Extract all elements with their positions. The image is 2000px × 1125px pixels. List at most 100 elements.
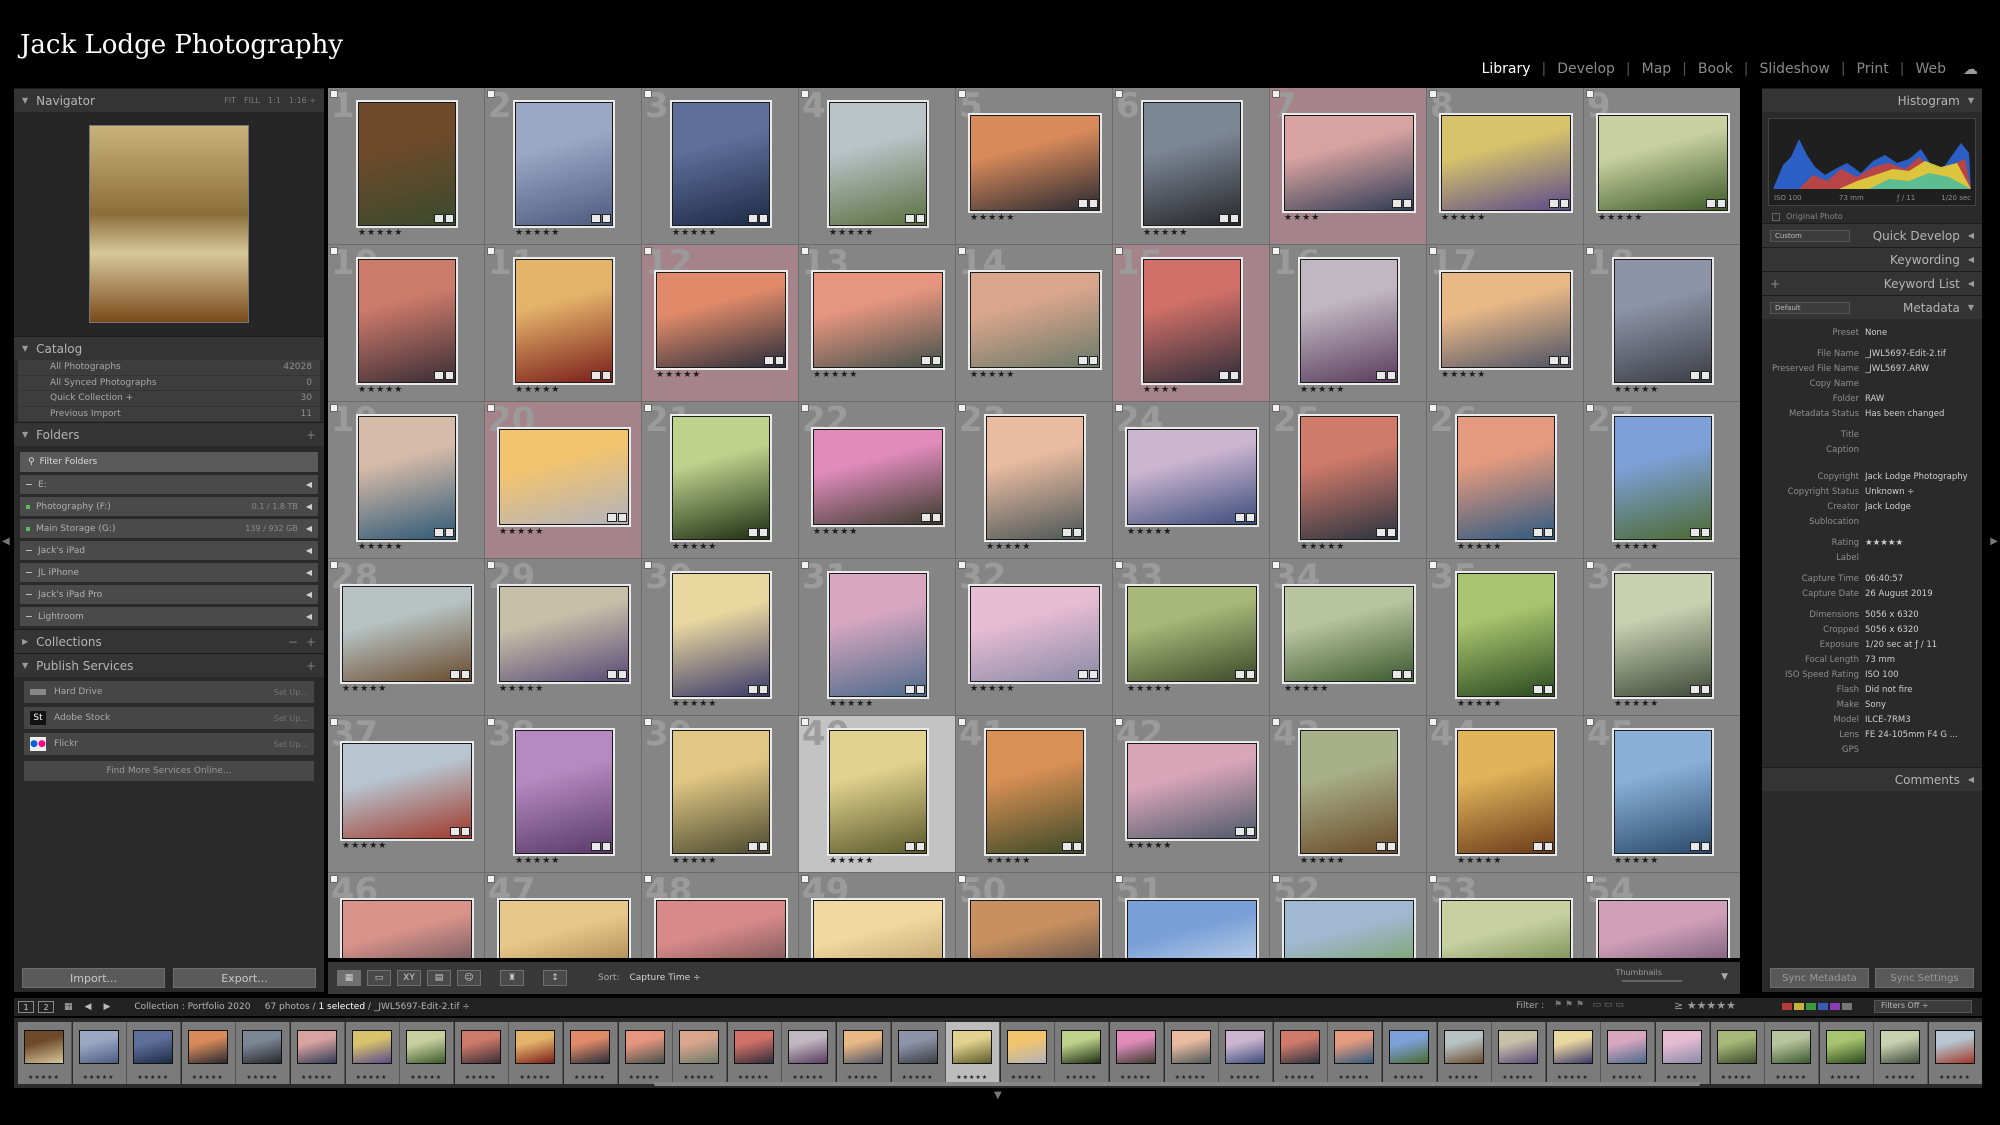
metadata-field[interactable]: Model ILCE-7RM3 xyxy=(1762,712,1982,727)
grid-cell[interactable]: 3 ★★★★★ xyxy=(642,88,799,245)
publish-service[interactable]: ● ● Flickr Set Up... xyxy=(24,733,314,755)
quick-collection-marker-icon[interactable] xyxy=(958,875,966,883)
photo-thumbnail[interactable] xyxy=(813,900,943,958)
color-label-filter[interactable] xyxy=(1782,1003,1852,1010)
collapse-triangle-icon[interactable]: ▶ xyxy=(22,637,28,646)
edit-badge-icon[interactable] xyxy=(591,842,611,851)
star-rating[interactable]: ★★★★★ xyxy=(342,841,387,851)
metadata-field[interactable]: Preset None xyxy=(1762,325,1982,340)
grid-cell[interactable]: 41 ★★★★★ xyxy=(956,716,1113,873)
edit-badge-icon[interactable] xyxy=(1235,513,1255,522)
grid-cell[interactable]: 28 ★★★★★ xyxy=(328,559,485,716)
photo-thumbnail[interactable] xyxy=(358,259,456,383)
grid-cell[interactable]: 5 ★★★★★ xyxy=(956,88,1113,245)
keyword-list-header[interactable]: + Keyword List ◀ xyxy=(1762,271,1982,295)
edit-badge-icon[interactable] xyxy=(1690,842,1710,851)
photo-thumbnail[interactable] xyxy=(672,730,770,854)
quick-collection-marker-icon[interactable] xyxy=(1586,561,1594,569)
star-rating[interactable]: ★★★★★ xyxy=(515,228,560,238)
metadata-value[interactable]: 06:40:57 xyxy=(1865,574,1968,584)
grid-cell[interactable]: 24 ★★★★★ xyxy=(1113,402,1270,559)
filmstrip-thumb[interactable]: ★★★★★ xyxy=(1765,1022,1820,1084)
catalog-item[interactable]: All Synced Photographs 0 xyxy=(18,375,320,391)
quick-collection-marker-icon[interactable] xyxy=(801,247,809,255)
quick-collection-marker-icon[interactable] xyxy=(1586,247,1594,255)
photo-thumbnail[interactable] xyxy=(1457,416,1555,540)
edit-badge-icon[interactable] xyxy=(1533,842,1553,851)
edit-badge-icon[interactable] xyxy=(1533,528,1553,537)
metadata-field[interactable]: Copyright Jack Lodge Photography xyxy=(1762,469,1982,484)
quick-collection-marker-icon[interactable] xyxy=(1586,404,1594,412)
grid-cell[interactable]: 53 xyxy=(1427,873,1584,958)
grid-cell[interactable]: 39 ★★★★★ xyxy=(642,716,799,873)
left-panel-toggle-icon[interactable]: ◀ xyxy=(2,536,10,547)
grid-cell[interactable]: 48 xyxy=(642,873,799,958)
star-rating[interactable]: ★★★★★ xyxy=(358,542,403,552)
metadata-field[interactable]: Flash Did not fire xyxy=(1762,682,1982,697)
module-web[interactable]: Web xyxy=(1904,61,1957,77)
catalog-item[interactable]: Quick Collection + 30 xyxy=(18,391,320,407)
photo-thumbnail[interactable] xyxy=(813,272,943,368)
flag-filter-icons[interactable]: ⚑ ⚑ ⚑ ▭ ▭ ▭ xyxy=(1554,1000,1624,1010)
grid-cell[interactable]: 21 ★★★★★ xyxy=(642,402,799,559)
filmstrip-thumb[interactable]: ★★★★★ xyxy=(181,1022,236,1084)
nav-zoom-1-1[interactable]: 1:1 xyxy=(268,96,281,105)
catalog-item[interactable]: Previous Import 11 xyxy=(18,406,320,422)
nav-zoom-fill[interactable]: FILL xyxy=(244,96,260,105)
grid-cell[interactable]: 9 ★★★★★ xyxy=(1584,88,1740,245)
star-rating[interactable]: ★★★★ xyxy=(1284,213,1320,223)
quick-collection-marker-icon[interactable] xyxy=(487,875,495,883)
expand-arrow-icon[interactable]: ◀ xyxy=(306,480,312,489)
filmstrip-thumb[interactable]: ★★★★★ xyxy=(1710,1022,1765,1084)
filmstrip-thumb[interactable]: ★★★★★ xyxy=(946,1022,1001,1084)
edit-badge-icon[interactable] xyxy=(1376,528,1396,537)
sort-direction-icon[interactable]: ↕ xyxy=(543,970,567,986)
grid-cell[interactable]: 29 ★★★★★ xyxy=(485,559,642,716)
metadata-field[interactable]: Metadata Status Has been changed xyxy=(1762,406,1982,421)
collapse-triangle-icon[interactable]: ◀ xyxy=(1968,231,1974,240)
edit-badge-icon[interactable] xyxy=(1690,685,1710,694)
collapse-triangle-icon[interactable]: ◀ xyxy=(1968,775,1974,784)
grid-cell[interactable]: 17 ★★★★★ xyxy=(1427,245,1584,402)
publish-service[interactable]: St Adobe Stock Set Up... xyxy=(24,707,314,729)
grid-view-icon[interactable]: ▦ xyxy=(337,970,361,986)
edit-badge-icon[interactable] xyxy=(748,528,768,537)
remove-collection-icon[interactable]: − xyxy=(288,635,298,649)
edit-badge-icon[interactable] xyxy=(905,842,925,851)
quick-collection-marker-icon[interactable] xyxy=(958,561,966,569)
metadata-value[interactable]: Unknown ÷ xyxy=(1865,487,1968,497)
edit-badge-icon[interactable] xyxy=(1549,199,1569,208)
star-rating[interactable]: ★★★★★ xyxy=(1457,542,1502,552)
rating-filter-stars[interactable]: ≥ ★★★★★ xyxy=(1674,999,1736,1012)
expand-arrow-icon[interactable]: ◀ xyxy=(306,524,312,533)
photo-thumbnail[interactable] xyxy=(1300,730,1398,854)
star-rating[interactable]: ★★★★★ xyxy=(1457,699,1502,709)
quick-collection-marker-icon[interactable] xyxy=(487,718,495,726)
quick-collection-marker-icon[interactable] xyxy=(1272,561,1280,569)
star-rating[interactable]: ★★★★★ xyxy=(1143,228,1188,238)
metadata-value[interactable]: ILCE-7RM3 xyxy=(1865,715,1968,725)
metadata-field[interactable]: Capture Date 26 August 2019 xyxy=(1762,586,1982,601)
edit-badge-icon[interactable] xyxy=(1062,528,1082,537)
filmstrip-thumb[interactable]: ★★★★★ xyxy=(1110,1022,1164,1084)
grid-cell[interactable]: 12 ★★★★★ xyxy=(642,245,799,402)
quick-collection-marker-icon[interactable] xyxy=(1429,90,1437,98)
star-rating[interactable]: ★★★★★ xyxy=(672,856,717,866)
filmstrip-thumb[interactable]: ★★★★★ xyxy=(1273,1022,1328,1084)
back-arrow-icon[interactable]: ◀ xyxy=(85,1002,92,1012)
grid-cell[interactable]: 4 ★★★★★ xyxy=(799,88,956,245)
quick-collection-marker-icon[interactable] xyxy=(1115,404,1123,412)
metadata-field[interactable]: Sublocation xyxy=(1762,514,1982,529)
metadata-field[interactable]: ISO Speed Rating ISO 100 xyxy=(1762,667,1982,682)
grid-cell[interactable]: 7 ★★★★ xyxy=(1270,88,1427,245)
filmstrip-thumb[interactable]: ★★★★★ xyxy=(673,1022,728,1084)
checkbox-icon[interactable] xyxy=(1772,212,1780,221)
quick-collection-marker-icon[interactable] xyxy=(644,875,652,883)
quick-collection-marker-icon[interactable] xyxy=(644,247,652,255)
metadata-field[interactable]: Creator Jack Lodge xyxy=(1762,499,1982,514)
quick-collection-marker-icon[interactable] xyxy=(487,90,495,98)
metadata-value[interactable]: Did not fire xyxy=(1865,685,1968,695)
metadata-view-dropdown[interactable]: Default xyxy=(1770,301,1850,314)
loupe-view-icon[interactable]: ▭ xyxy=(367,970,391,986)
secondary-window-icon[interactable]: 2 xyxy=(38,1001,54,1013)
